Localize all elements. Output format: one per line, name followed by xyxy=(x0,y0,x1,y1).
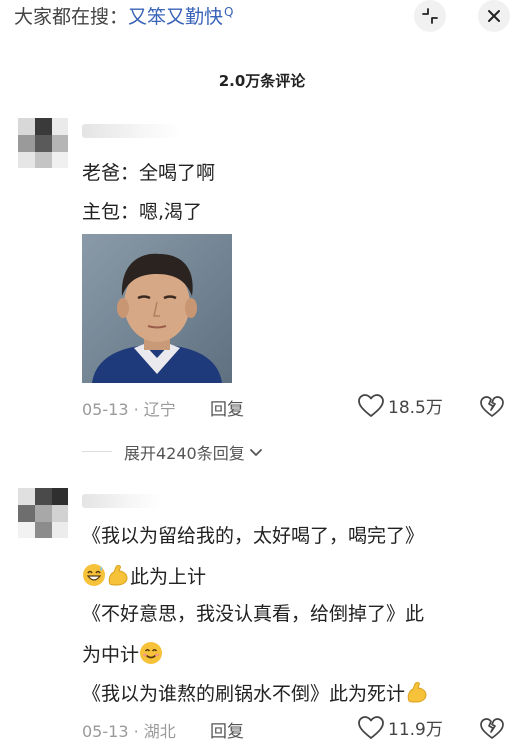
reply-button[interactable]: 回复 xyxy=(210,717,244,742)
comment-text-line: 《我以为留给我的，太好喝了，喝完了》 xyxy=(82,525,425,547)
comment-date: 05-13 xyxy=(82,400,129,419)
like-count: 18.5万 xyxy=(388,398,443,418)
comment-text-line: 《不好意思，我没认真看，给倒掉了》此 xyxy=(82,603,425,625)
comment-text-line: 《我以为谁熬的刷锅水不倒》此为死计 xyxy=(82,680,429,706)
flexed-biceps-icon xyxy=(407,682,427,703)
chevron-down-icon xyxy=(249,449,262,456)
like-count: 11.9万 xyxy=(388,720,443,740)
dislike-icon[interactable] xyxy=(480,396,504,418)
avatar[interactable] xyxy=(18,488,68,538)
comment-date: 05-13 xyxy=(82,722,129,741)
heart-icon xyxy=(358,393,384,417)
username-blurred[interactable] xyxy=(82,124,182,138)
avatar[interactable] xyxy=(18,118,68,168)
top-bar: 大家都在搜：又笨又勤快Q xyxy=(0,0,524,40)
close-button[interactable] xyxy=(478,0,510,32)
grinning-sweat-emoji-icon xyxy=(83,564,105,586)
comment-text-line: 为中计 xyxy=(82,641,163,667)
comment-text-fragment: 《我以为谁熬的刷锅水不倒》此为死计 xyxy=(82,683,406,705)
username-blurred[interactable] xyxy=(82,494,162,508)
comment-count: 2.0万条评论 xyxy=(218,72,306,90)
search-suggestion-keyword[interactable]: 又笨又勤快 xyxy=(128,6,223,28)
search-marker: Q xyxy=(224,4,234,19)
like-button[interactable]: 18.5万 xyxy=(358,393,443,418)
expand-replies-button[interactable]: 展开4240条回复 xyxy=(124,440,264,464)
flexed-biceps-icon xyxy=(108,565,128,586)
comment-image[interactable] xyxy=(82,234,232,383)
comment-meta: 05-13 · 湖北 xyxy=(82,722,176,741)
comment-text-fragment: 为中计 xyxy=(82,644,140,666)
dislike-icon[interactable] xyxy=(480,718,504,740)
expand-replies-label: 展开4240条回复 xyxy=(124,444,245,463)
comment-text-line: 主包：嗯,渴了 xyxy=(82,201,203,223)
close-icon xyxy=(488,10,500,22)
search-suggestion-label: 大家都在搜： xyxy=(14,6,129,28)
comment-text-fragment: 此为上计 xyxy=(130,566,207,588)
comment-text-line: 老爸：全喝了啊 xyxy=(82,162,216,184)
comment-location: 湖北 xyxy=(143,722,176,741)
collapse-button[interactable] xyxy=(414,0,446,32)
divider xyxy=(82,451,112,452)
comment-text-line: 此为上计 xyxy=(82,563,206,589)
comment-location: 辽宁 xyxy=(143,400,176,419)
search-suggestion[interactable]: 大家都在搜：又笨又勤快Q xyxy=(14,2,233,29)
like-button[interactable]: 11.9万 xyxy=(358,715,443,740)
comment-meta: 05-13 · 辽宁 xyxy=(82,400,176,419)
smiling-face-icon xyxy=(140,642,163,664)
reply-button[interactable]: 回复 xyxy=(210,395,244,420)
heart-icon xyxy=(358,715,384,739)
collapse-icon xyxy=(422,8,438,24)
portrait-photo xyxy=(82,234,232,383)
